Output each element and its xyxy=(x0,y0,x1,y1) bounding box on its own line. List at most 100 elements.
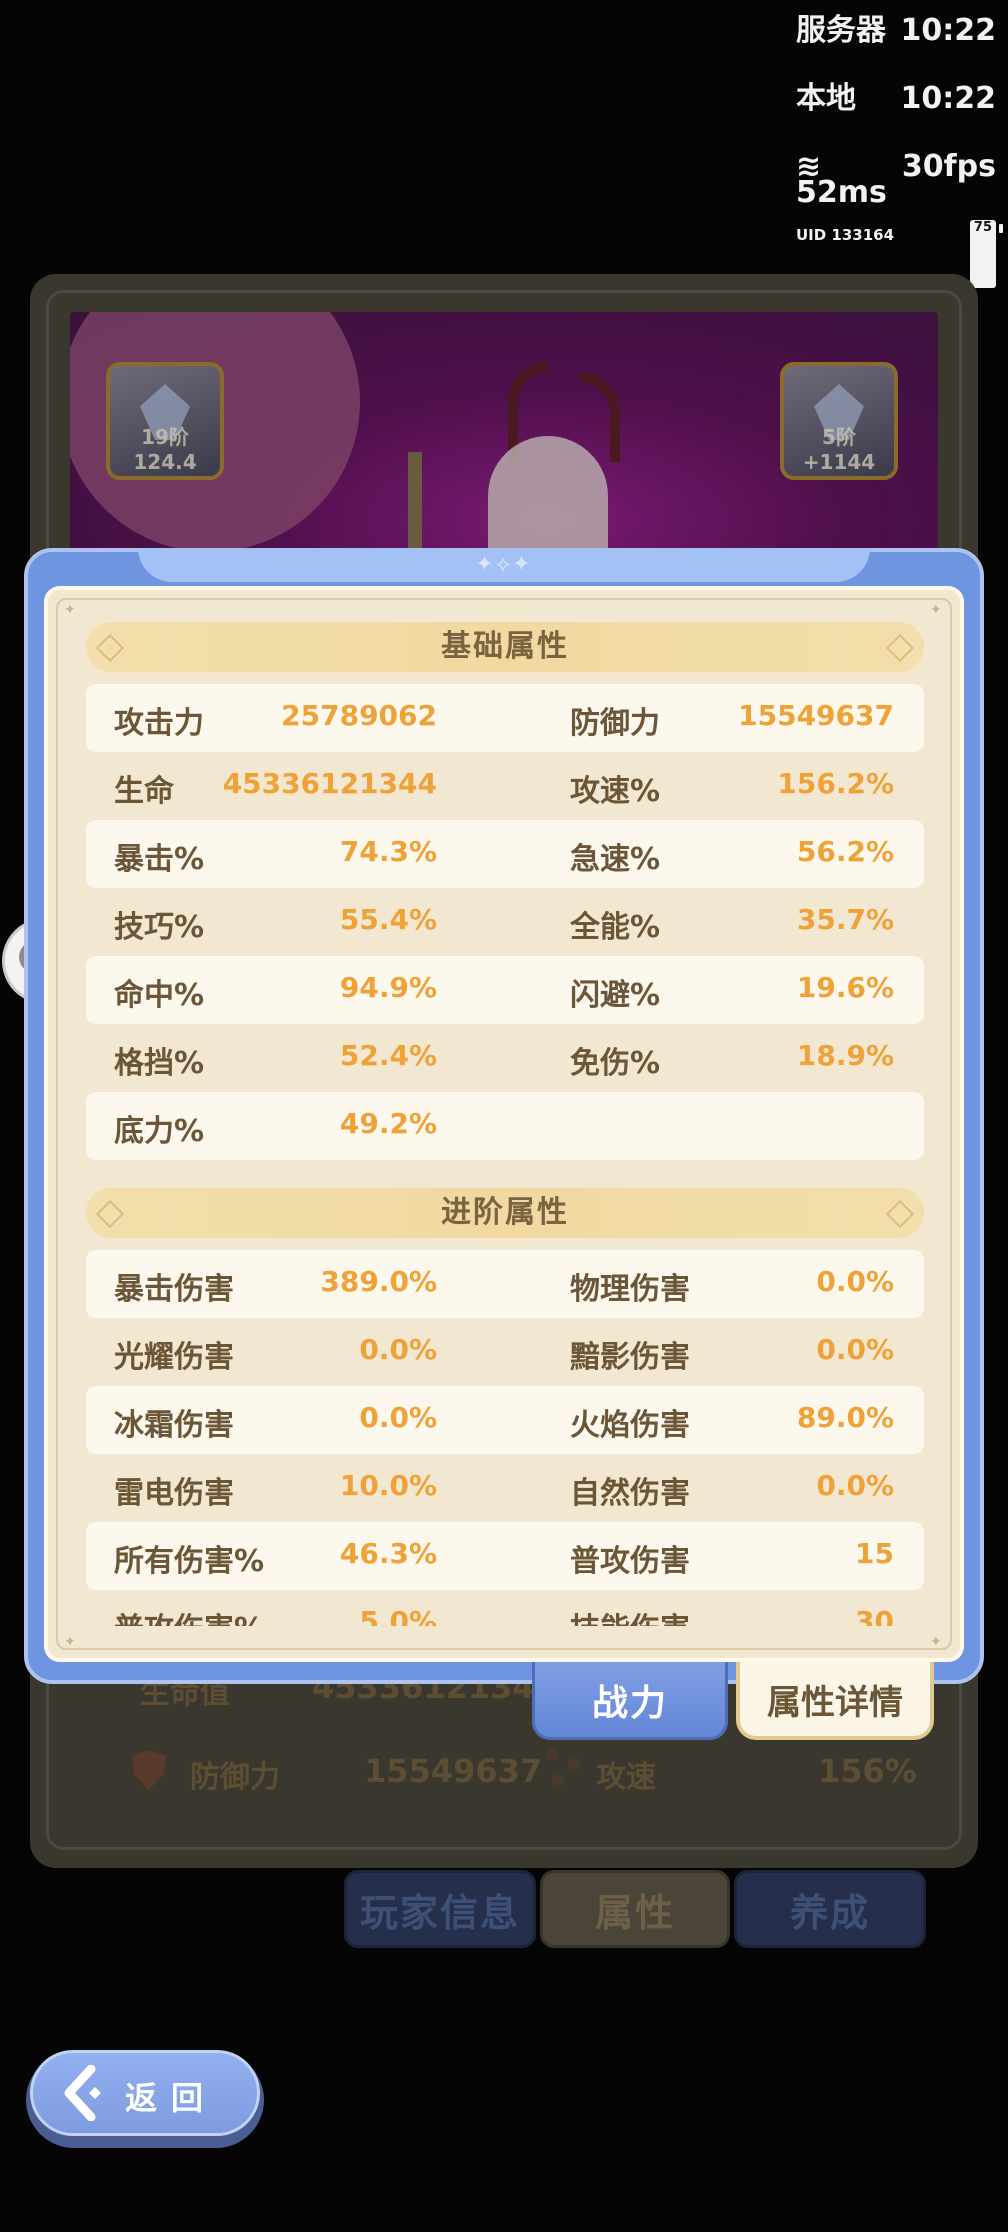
attribute-value: 56.2% xyxy=(796,835,894,868)
section-basic-attributes: 基础属性 xyxy=(86,622,924,672)
speed-label: 攻速 xyxy=(596,1760,656,1795)
attribute-row: 普攻伤害% 5.0% 技能伤害 30 xyxy=(86,1590,924,1626)
attribute-value: 49.2% xyxy=(339,1107,437,1140)
attribute-name: 普攻伤害% xyxy=(114,1604,264,1626)
attribute-value: 89.0% xyxy=(796,1401,894,1434)
battery-icon: 75 xyxy=(969,220,1004,288)
back-arrow-icon xyxy=(64,2065,101,2121)
corner-decoration: ✦ xyxy=(930,1634,942,1650)
equipment-slot-left[interactable]: 19阶 124.4 xyxy=(106,362,224,480)
attribute-value: 0.0% xyxy=(816,1469,894,1502)
attribute-name: 所有伤害% xyxy=(114,1544,265,1579)
def-value: 15549637 xyxy=(364,1752,543,1790)
back-button[interactable]: 返回 xyxy=(30,2050,260,2136)
attribute-row: 格挡% 52.4% 免伤% 18.9% xyxy=(86,1024,924,1092)
modal-decoration: ✦⟡✦ xyxy=(475,552,533,577)
equipment-slot-right[interactable]: 5阶 +1144 xyxy=(780,362,898,480)
attribute-name: 自然伤害 xyxy=(570,1476,690,1511)
def-label: 防御力 xyxy=(190,1760,280,1795)
attribute-value: 15 xyxy=(855,1537,894,1570)
attribute-name: 雷电伤害 xyxy=(114,1476,234,1511)
attribute-value: 18.9% xyxy=(796,1039,894,1072)
attribute-name: 技能伤害 xyxy=(570,1604,690,1626)
attribute-name: 攻击力 xyxy=(114,706,204,741)
attribute-name: 闪避% xyxy=(570,978,661,1013)
attribute-row: 雷电伤害 10.0% 自然伤害 0.0% xyxy=(86,1454,924,1522)
server-label: 服务器 xyxy=(796,13,886,48)
corner-decoration: ✦ xyxy=(64,602,76,618)
horn-graphic xyxy=(580,372,620,462)
attribute-name: 普攻伤害 xyxy=(570,1544,690,1579)
attribute-value: 19.6% xyxy=(796,971,894,1004)
attribute-value: 30 xyxy=(855,1605,894,1626)
attribute-value: 10.0% xyxy=(339,1469,437,1502)
corner-decoration: ✦ xyxy=(64,1634,76,1650)
attribute-name: 格挡% xyxy=(114,1046,205,1081)
diamond-icon xyxy=(885,1199,915,1229)
attribute-name: 急速% xyxy=(570,842,661,877)
section-title: 基础属性 xyxy=(441,629,569,664)
attribute-name: 物理伤害 xyxy=(570,1272,690,1307)
attribute-value: 0.0% xyxy=(816,1265,894,1298)
attribute-name: 暴击伤害 xyxy=(114,1272,234,1307)
attribute-name: 技巧% xyxy=(114,910,205,945)
attribute-value: 46.3% xyxy=(339,1537,437,1570)
attribute-value: 55.4% xyxy=(339,903,437,936)
section-advanced-attributes: 进阶属性 xyxy=(86,1188,924,1238)
attribute-value: 15549637 xyxy=(738,699,894,732)
equipment-label: 19阶 124.4 xyxy=(133,425,197,474)
attribute-value: 74.3% xyxy=(339,835,437,868)
corner-decoration: ✦ xyxy=(930,602,942,618)
attribute-name: 火焰伤害 xyxy=(570,1408,690,1443)
diamond-icon xyxy=(95,633,125,663)
tab-player-info[interactable]: 玩家信息 xyxy=(344,1870,536,1948)
attribute-scroll-list[interactable]: 基础属性 攻击力 25789062 防御力 15549637 生命 453361… xyxy=(86,622,924,1626)
attribute-row: 所有伤害% 46.3% 普攻伤害 15 xyxy=(86,1522,924,1590)
attribute-row: 命中% 94.9% 闪避% 19.6% xyxy=(86,956,924,1024)
attribute-row: 底力% 49.2% xyxy=(86,1092,924,1160)
server-time: 10:22 xyxy=(900,13,997,48)
attribute-name: 攻速% xyxy=(570,774,661,809)
attribute-row: 技巧% 55.4% 全能% 35.7% xyxy=(86,888,924,956)
speed-value: 156% xyxy=(818,1752,917,1790)
diamond-icon xyxy=(95,1199,125,1229)
diamond-icon xyxy=(885,633,915,663)
tab-attribute-details[interactable]: 属性详情 xyxy=(736,1662,934,1740)
attribute-value: 94.9% xyxy=(339,971,437,1004)
attribute-value: 25789062 xyxy=(281,699,437,732)
attribute-row: 生命 45336121344 攻速% 156.2% xyxy=(86,752,924,820)
attribute-value: 35.7% xyxy=(796,903,894,936)
attribute-row: 暴击% 74.3% 急速% 56.2% xyxy=(86,820,924,888)
tab-cultivate[interactable]: 养成 xyxy=(734,1870,926,1948)
attribute-row: 冰霜伤害 0.0% 火焰伤害 89.0% xyxy=(86,1386,924,1454)
attribute-row: 光耀伤害 0.0% 黯影伤害 0.0% xyxy=(86,1318,924,1386)
attribute-name: 命中% xyxy=(114,978,205,1013)
status-overlay: 服务器 10:22 本地 10:22 ≋ 52ms 30fps UID 133164 7… xyxy=(796,13,1004,290)
attribute-value: 0.0% xyxy=(816,1333,894,1366)
local-time: 10:22 xyxy=(900,81,997,116)
attribute-name: 暴击% xyxy=(114,842,205,877)
attribute-value: 5.0% xyxy=(359,1605,437,1626)
ping-value: 52ms xyxy=(796,175,887,210)
attribute-value: 156.2% xyxy=(777,767,894,800)
attribute-value: 52.4% xyxy=(339,1039,437,1072)
equipment-label: 5阶 +1144 xyxy=(802,425,876,474)
tab-attributes[interactable]: 属性 xyxy=(540,1870,730,1948)
attribute-name: 全能% xyxy=(570,910,661,945)
attribute-name: 黯影伤害 xyxy=(570,1340,690,1375)
tab-combat-power[interactable]: 战力 xyxy=(532,1662,728,1740)
attribute-name: 光耀伤害 xyxy=(114,1340,234,1375)
section-title: 进阶属性 xyxy=(441,1195,569,1230)
attribute-name: 防御力 xyxy=(570,706,660,741)
back-label: 返回 xyxy=(125,2079,218,2117)
attribute-value: 389.0% xyxy=(320,1265,437,1298)
speed-icon xyxy=(546,1748,586,1788)
attribute-value: 0.0% xyxy=(359,1333,437,1366)
attribute-name: 生命 xyxy=(114,774,174,809)
attribute-row: 暴击伤害 389.0% 物理伤害 0.0% xyxy=(86,1250,924,1318)
attribute-name: 底力% xyxy=(114,1114,205,1149)
attribute-name: 冰霜伤害 xyxy=(114,1408,234,1443)
attribute-value: 45336121344 xyxy=(222,767,437,800)
fps-value: 30fps xyxy=(901,149,996,184)
attribute-value: 0.0% xyxy=(359,1401,437,1434)
